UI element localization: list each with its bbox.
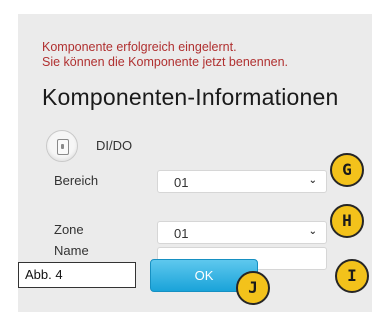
zone-select[interactable]: 01 ⌄ <box>157 221 327 244</box>
device-button[interactable] <box>46 130 78 162</box>
callout-badge-h: H <box>330 204 364 238</box>
device-type-label: DI/DO <box>96 138 133 153</box>
callout-badge-j: J <box>236 271 270 305</box>
success-line-1: Komponente erfolgreich eingelernt. <box>42 40 237 54</box>
bereich-value: 01 <box>174 175 189 190</box>
page-title: Komponenten-Informationen <box>42 84 339 110</box>
zone-value: 01 <box>174 226 189 241</box>
bereich-label: Bereich <box>54 173 99 188</box>
zone-label: Zone <box>54 222 84 237</box>
bereich-select[interactable]: 01 ⌄ <box>157 170 327 193</box>
top-strip <box>0 0 390 14</box>
callout-badge-i: I <box>335 259 369 293</box>
success-message: Komponente erfolgreich eingelernt. Sie k… <box>42 40 288 70</box>
switch-icon <box>57 139 69 155</box>
figure-caption: Abb. 4 <box>18 262 136 288</box>
callout-badge-g: G <box>330 153 364 187</box>
success-line-2: Sie können die Komponente jetzt benennen… <box>42 55 289 69</box>
chevron-down-icon: ⌄ <box>308 175 317 186</box>
name-label: Name <box>54 243 89 258</box>
chevron-down-icon: ⌄ <box>308 226 317 237</box>
